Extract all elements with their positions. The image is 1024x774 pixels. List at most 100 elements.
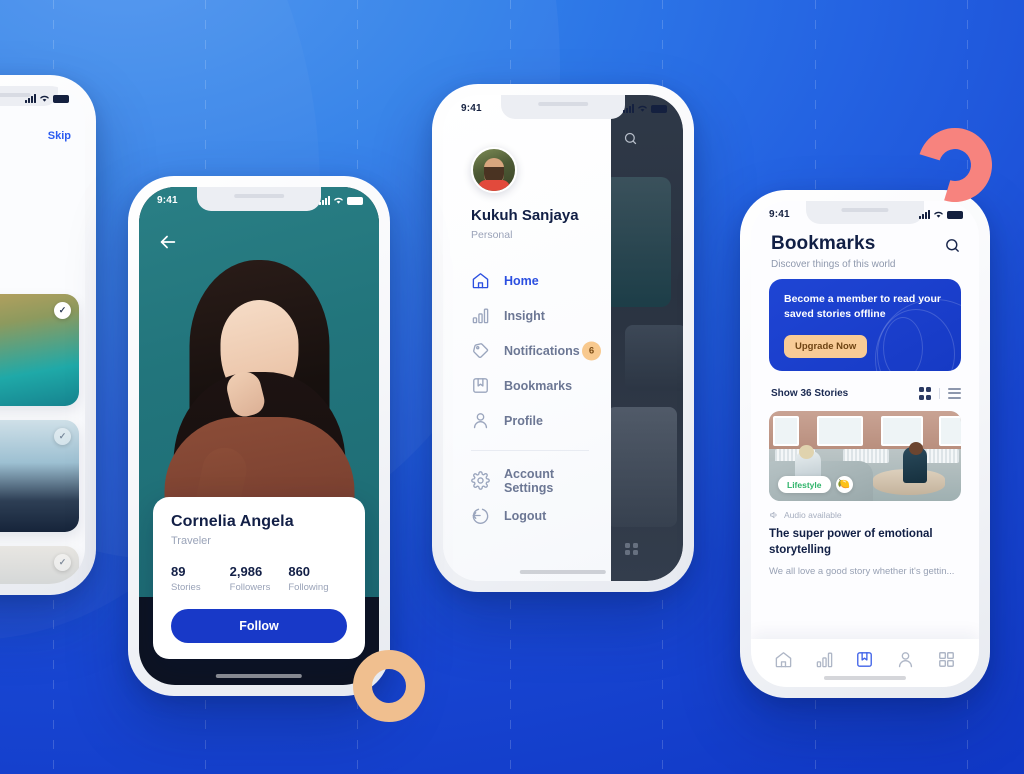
phone-mockup-onboarding: Skip ✓ Nature ✓ Travel ✓ (0, 75, 96, 595)
banner-decor-curve (883, 317, 923, 371)
menu-item-label: Profile (504, 413, 543, 428)
interest-card[interactable]: ✓ Nature (0, 294, 79, 406)
search-icon[interactable] (623, 131, 638, 146)
home-icon (472, 273, 489, 289)
phone-mockup-bookmarks: 9:41 Bookmarks Discover things of this w… (740, 190, 990, 698)
dimmed-content-panel[interactable] (611, 95, 683, 581)
menu-item-home[interactable]: Home (471, 263, 611, 298)
story-description: We all love a good story whether it's ge… (769, 565, 955, 577)
canvas: Skip ✓ Nature ✓ Travel ✓ (0, 0, 1024, 774)
menu-item-bookmarks[interactable]: Bookmarks (471, 368, 611, 403)
menu-item-notifications[interactable]: Notifications 6 (471, 333, 611, 368)
wifi-icon (638, 105, 647, 112)
user-icon[interactable] (896, 650, 915, 669)
interest-card[interactable]: ✓ (0, 546, 79, 584)
check-icon: ✓ (54, 554, 71, 571)
menu-item-profile[interactable]: Profile (471, 403, 611, 438)
reaction-emoji-icon[interactable]: 🍋 (835, 476, 853, 493)
bookmark-icon[interactable] (855, 650, 874, 669)
menu-item-label: Bookmarks (504, 378, 573, 393)
status-icons (25, 94, 69, 103)
wifi-icon (934, 211, 943, 218)
story-thumbnail: Lifestyle 🍋 (769, 411, 961, 501)
toggle-separator (939, 387, 940, 399)
page-title: Bookmarks (771, 233, 876, 254)
status-bar: 9:41 (751, 201, 979, 220)
home-indicator (823, 676, 907, 680)
page-subtitle: Discover things of this world (771, 259, 896, 270)
story-card[interactable]: Lifestyle 🍋 Audio available The super po… (769, 411, 961, 578)
check-icon: ✓ (54, 302, 71, 319)
home-indicator (519, 570, 607, 574)
menu-item-label: Notifications (504, 343, 580, 358)
banner-text: Become a member to read your saved stori… (784, 293, 941, 320)
skip-button[interactable]: Skip (48, 130, 71, 142)
signal-icon (919, 210, 930, 219)
bookmark-icon (473, 378, 488, 393)
stat-label: Stories (171, 582, 201, 593)
status-bar: 9:41 (139, 187, 379, 206)
check-icon: ✓ (54, 428, 71, 445)
speaker-icon (770, 511, 777, 519)
signal-icon (319, 196, 330, 205)
status-time: 9:41 (769, 209, 790, 220)
home-indicator (215, 674, 303, 678)
drawer-user-name: Kukuh Sanjaya (471, 207, 579, 224)
phone3-screen: Kukuh Sanjaya Personal Home Insight Noti… (443, 95, 683, 581)
back-arrow-icon[interactable] (157, 231, 179, 253)
search-icon[interactable] (944, 237, 961, 254)
battery-icon (947, 210, 963, 219)
avatar[interactable] (471, 147, 517, 193)
phone2-screen: 9:41 Cornelia Angela Traveler 89 Stories (139, 187, 379, 685)
background-thumbnail (625, 325, 683, 391)
drawer-menu: Home Insight Notifications 6 Bookmarks P… (471, 263, 611, 533)
home-icon[interactable] (774, 650, 793, 669)
menu-item-label: Logout (504, 508, 547, 523)
phone-mockup-profile: 9:41 Cornelia Angela Traveler 89 Stories (128, 176, 390, 696)
category-tag[interactable]: Lifestyle (778, 476, 831, 493)
header-text-group: Bookmarks Discover things of this world (771, 233, 896, 270)
wifi-icon (40, 95, 49, 102)
audio-available-row: Audio available (769, 510, 961, 520)
photo-person-right-head (909, 442, 923, 455)
bookmarks-header: Bookmarks Discover things of this world (771, 233, 961, 270)
story-title: The super power of emotional storytellin… (769, 528, 933, 556)
phone-mockup-drawer: Kukuh Sanjaya Personal Home Insight Noti… (432, 84, 694, 592)
upgrade-now-button[interactable]: Upgrade Now (784, 335, 868, 358)
tag-icon (473, 343, 489, 358)
stat-stories: 89 Stories (171, 564, 230, 593)
bar-chart-icon[interactable] (815, 650, 834, 669)
view-toggle-group (918, 387, 961, 400)
stories-subheader: Show 36 Stories (771, 387, 961, 400)
phone4-screen: 9:41 Bookmarks Discover things of this w… (751, 201, 979, 687)
photo-window (773, 416, 799, 446)
profile-stats: 89 Stories 2,986 Followers 860 Following (171, 564, 347, 593)
list-view-icon[interactable] (948, 387, 961, 399)
stat-followers: 2,986 Followers (230, 564, 289, 593)
photo-person-left-head (799, 445, 814, 459)
user-icon (473, 413, 488, 429)
photo-window (817, 416, 863, 446)
status-time: 9:41 (461, 103, 482, 114)
status-icons (319, 196, 363, 205)
status-time: 9:41 (157, 195, 178, 206)
notification-badge: 6 (582, 341, 601, 360)
menu-item-insight[interactable]: Insight (471, 298, 611, 333)
status-icons (623, 104, 667, 113)
photo-window (939, 416, 961, 446)
stat-value: 860 (288, 564, 311, 579)
signal-icon (623, 104, 634, 113)
follow-button[interactable]: Follow (171, 609, 347, 643)
grid-icon[interactable] (937, 650, 956, 669)
audio-label: Audio available (784, 510, 842, 520)
stat-label: Following (288, 582, 329, 593)
menu-item-label: Insight (504, 308, 545, 323)
grid-icon[interactable] (625, 542, 638, 555)
menu-item-account-settings[interactable]: Account Settings (471, 463, 611, 498)
menu-item-logout[interactable]: Logout (471, 498, 611, 533)
background-thumbnail (611, 177, 671, 307)
grid-view-icon[interactable] (918, 387, 931, 400)
interest-card[interactable]: ✓ Travel (0, 420, 79, 532)
background-thumbnail (611, 407, 677, 527)
status-bar (0, 86, 85, 103)
